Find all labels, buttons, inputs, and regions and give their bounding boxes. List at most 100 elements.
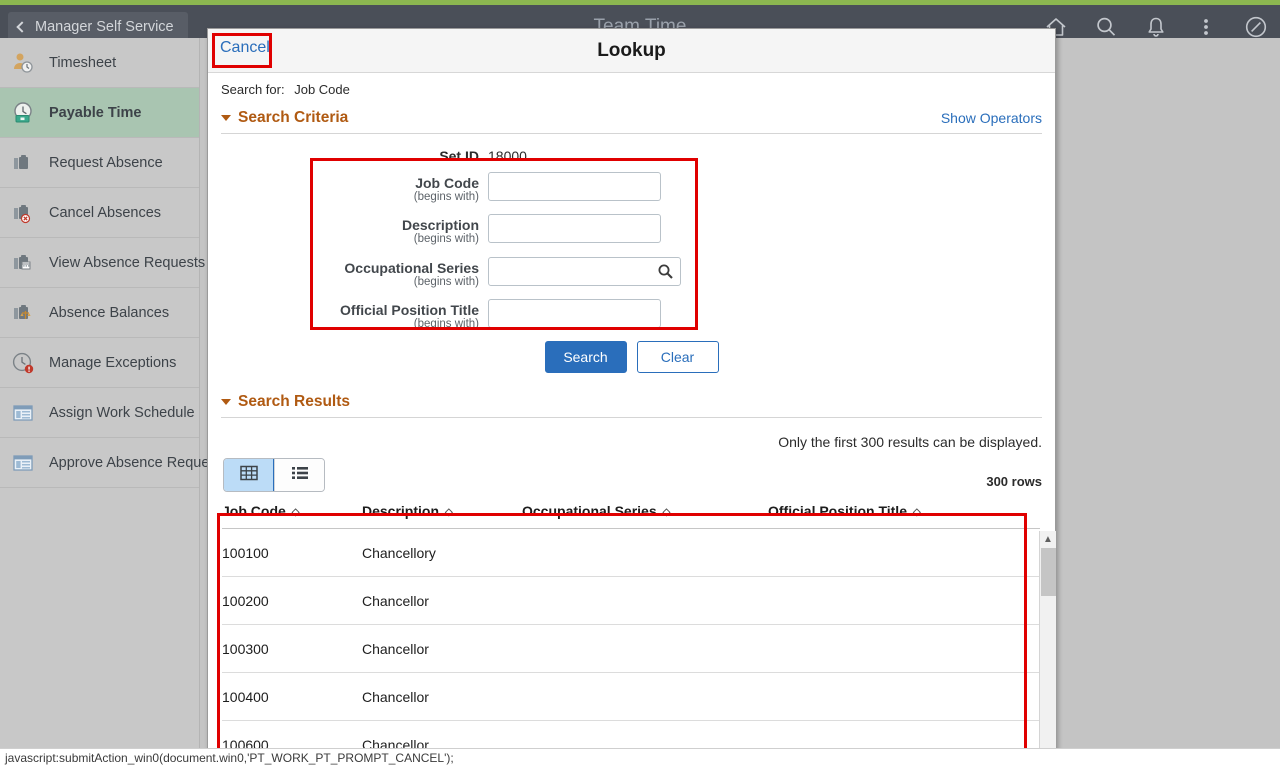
search-icon[interactable] [1092,13,1120,41]
results-vertical-scrollbar[interactable]: ▲ ▼ [1039,531,1056,768]
sidebar-item-request-absence[interactable]: Request Absence [0,138,199,188]
sidebar-item-label: Approve Absence Requests [49,454,228,471]
column-header-official-position-title[interactable]: Official Position Title ◇ [768,498,1040,530]
sidebar-item-absence-balances[interactable]: Absence Balances [0,288,199,338]
sort-icon: ◇ [912,507,921,519]
sidebar-item-label: Timesheet [49,54,117,71]
sidebar-item-view-absence-requests[interactable]: View Absence Requests [0,238,205,288]
sidebar-navigation: Timesheet Payable Time Request Absence C… [0,38,228,748]
occupational-series-field-wrap [488,256,681,286]
search-results-section-header[interactable]: Search Results [221,393,1042,419]
cell-description: Chancellor [362,624,522,674]
search-button[interactable]: Search [544,341,627,374]
sidebar-item-label: View Absence Requests [49,254,206,271]
cell-job-code[interactable]: 100100 [222,528,362,578]
scrollbar-thumb[interactable] [1041,548,1056,597]
clock-alert-icon [10,350,36,376]
column-label: Job Code [222,503,286,520]
table-row[interactable]: 100200 Chancellor [222,576,1040,626]
rows-count-label: 300 rows [986,474,1042,490]
description-input[interactable] [488,214,661,244]
lookup-modal: Cancel Lookup Search for: Job Code Searc… [207,28,1056,768]
official-position-title-label-block: Official Position Title (begins with) [221,299,488,331]
occupational-series-label: Occupational Series [344,259,479,276]
briefcase-scale-icon [10,300,36,326]
search-for-label: Search for: [221,82,285,97]
description-label-block: Description (begins with) [221,214,488,246]
search-criteria-section-header[interactable]: Search Criteria Show Operators [221,109,1042,134]
header-icon-group [1042,11,1270,43]
column-label: Occupational Series [522,503,657,520]
chevron-down-icon [221,399,231,406]
cell-job-code[interactable]: 100200 [222,576,362,626]
sidebar-item-label: Manage Exceptions [49,354,177,371]
cell-job-code[interactable]: 100300 [222,624,362,674]
modal-header: Cancel Lookup [208,29,1055,73]
nav-bar-compass-icon[interactable] [1242,13,1270,41]
cancel-button[interactable]: Cancel [217,37,273,59]
occupational-series-input[interactable] [488,256,681,286]
column-header-occupational-series[interactable]: Occupational Series ◇ [522,498,768,530]
description-label: Description [401,217,479,234]
job-code-field-wrap [488,172,661,201]
sidebar-item-label: Request Absence [49,154,163,171]
column-header-description[interactable]: Description ◇ [362,498,522,530]
show-operators-link[interactable]: Show Operators [941,110,1042,126]
window-list-icon [10,400,36,426]
official-position-title-operator: (begins with) [413,318,479,331]
lookup-search-icon[interactable] [657,263,674,280]
sidebar-item-assign-work-schedule[interactable]: Assign Work Schedule [0,388,199,438]
sidebar-item-label: Payable Time [49,104,142,121]
briefcase-icon [10,150,36,176]
sidebar-item-payable-time[interactable]: Payable Time [0,88,199,138]
notification-bell-icon[interactable] [1142,13,1170,41]
cell-occupational-series [522,528,768,578]
job-code-operator: (begins with) [413,191,479,204]
sidebar-item-approve-absence-requests[interactable]: Approve Absence Requests [0,438,228,488]
cell-description: Chancellor [362,672,522,722]
sort-icon: ◇ [662,507,671,519]
cell-official-position-title [768,624,1040,674]
set-id-row: Set ID 18000 [208,148,1055,164]
window-list-icon [10,450,36,476]
sidebar-item-manage-exceptions[interactable]: Manage Exceptions [0,338,199,388]
column-label: Description [362,503,440,520]
job-code-input[interactable] [488,172,661,201]
scroll-up-arrow-icon[interactable]: ▲ [1040,531,1056,548]
grid-view-toggle[interactable] [224,459,274,492]
results-limit-note: Only the first 300 results can be displa… [778,434,1042,451]
chevron-left-icon [16,20,28,33]
briefcase-cancel-icon [10,200,36,226]
set-id-label: Set ID [439,148,479,164]
sidebar-item-cancel-absences[interactable]: Cancel Absences [0,188,199,238]
sidebar-item-label: Cancel Absences [49,204,162,221]
table-row[interactable]: 100100 Chancellory [222,528,1040,578]
sidebar-item-label: Assign Work Schedule [49,404,195,421]
table-row[interactable]: 100300 Chancellor [222,624,1040,674]
view-toggle-group [223,458,325,493]
search-for-row: Search for: Job Code [208,73,1055,97]
cell-official-position-title [768,576,1040,626]
sort-icon: ◇ [445,507,453,519]
results-table: Job Code ◇ Description ◇ Occupational Seri… [222,498,1040,768]
column-header-job-code[interactable]: Job Code ◇ [222,498,362,530]
column-label: Official Position Title [768,503,907,520]
table-row[interactable]: 100400 Chancellor [222,672,1040,722]
clear-button[interactable]: Clear [636,341,719,374]
cell-job-code[interactable]: 100400 [222,672,362,722]
kebab-menu-icon[interactable] [1192,13,1220,41]
criteria-row-occupational-series: Occupational Series (begins with) [221,256,1055,289]
clock-money-icon [10,100,36,126]
job-code-label: Job Code [415,175,479,191]
cell-occupational-series [522,672,768,722]
cell-official-position-title [768,672,1040,722]
sidebar-item-timesheet[interactable]: Timesheet [0,38,199,88]
search-for-value: Job Code [294,82,350,97]
status-bar-text: javascript:submitAction_win0(document.wi… [5,751,454,765]
official-position-title-input[interactable] [488,298,661,328]
cell-description: Chancellory [362,528,522,578]
list-view-toggle[interactable] [274,459,324,492]
grid-icon [239,464,258,487]
search-criteria-fields: Job Code (begins with) Description (begi… [208,172,1055,331]
set-id-value: 18000 [488,148,527,164]
